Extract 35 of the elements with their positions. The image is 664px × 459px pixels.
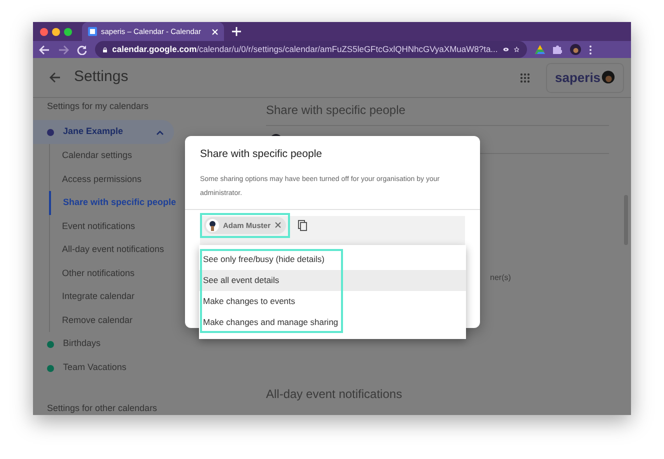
minimize-window-icon[interactable] [52, 28, 60, 36]
star-icon[interactable] [514, 45, 519, 54]
back-arrow-icon[interactable] [49, 72, 61, 83]
maximize-window-icon[interactable] [64, 28, 72, 36]
address-bar[interactable]: calendar.google.com/calendar/u/0/r/settings/calendar/amFuZS5leGFtcGxlQHNhcGVyaXMuaW8?ta... [95, 41, 527, 58]
sidebar-heading: Settings for other calendars [47, 402, 158, 415]
close-tab-icon[interactable] [212, 28, 218, 34]
sidebar-heading: Settings for my calendars [47, 100, 150, 113]
section-heading: Share with specific people [266, 101, 609, 126]
eye-icon[interactable] [502, 46, 509, 53]
more-options-icon[interactable] [589, 44, 592, 54]
url-text: calendar.google.com/calendar/u/0/r/settings/calendar/amFuZS5leGFtcGxlQHNhcGVyaXMuaW8?ta... [112, 43, 498, 56]
body-text: ner(s) [490, 272, 512, 284]
remove-icon[interactable] [274, 222, 281, 228]
close-window-icon[interactable] [40, 28, 48, 36]
lock-icon [103, 46, 108, 54]
calendar-item[interactable]: Birthdays [33, 332, 250, 356]
page-title: Settings [74, 67, 130, 88]
back-icon[interactable] [39, 44, 50, 54]
dialog-title: Share with specific people [200, 147, 323, 162]
calendar-item[interactable]: Jane Example [33, 120, 174, 144]
calendar-item[interactable]: Team Vacations [33, 356, 250, 380]
menu-option[interactable]: See all event details [199, 270, 466, 291]
apps-grid-icon[interactable] [520, 72, 530, 82]
copy-icon[interactable] [298, 220, 307, 231]
puzzle-icon[interactable] [553, 45, 562, 54]
calendar-icon [88, 27, 97, 36]
brand-logo: saperis [555, 68, 601, 87]
reload-icon[interactable] [77, 44, 87, 54]
section-heading: All-day event notifications [266, 386, 404, 403]
collapse-caret-icon[interactable] [156, 130, 164, 134]
brand-badge[interactable]: saperis [546, 62, 624, 92]
menu-option[interactable]: Make changes to events [199, 291, 466, 312]
new-tab-icon[interactable] [232, 27, 241, 36]
triangle-logo-icon[interactable] [535, 45, 545, 54]
